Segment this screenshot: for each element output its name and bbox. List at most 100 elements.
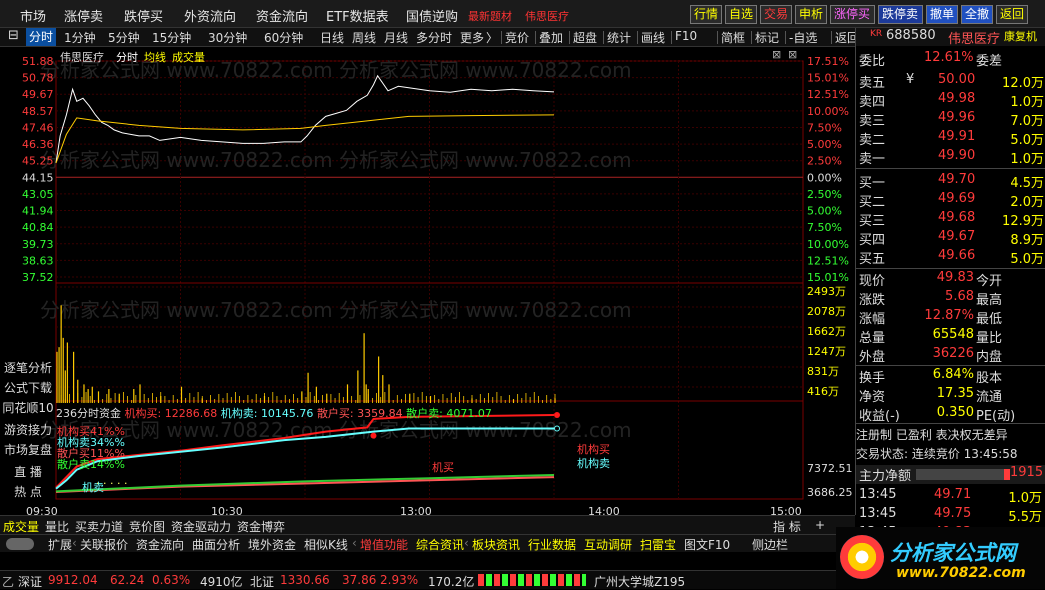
- time-tick-label: 14:00: [588, 505, 620, 515]
- side-btn-hot[interactable]: 热 点: [0, 483, 56, 500]
- tab-day[interactable]: 日线: [320, 29, 344, 46]
- time-tick-label: 15:00: [770, 505, 802, 515]
- stat-label-2: 最高: [976, 293, 1003, 308]
- indicator-tab[interactable]: 量比: [45, 518, 69, 535]
- stat-row: 收益(-) 0.350 PE(动): [856, 405, 1045, 424]
- stats-divider: [856, 365, 1045, 366]
- toolbar-btn-cancel-order[interactable]: 撤单: [926, 5, 958, 24]
- tab-15min[interactable]: 15分钟: [152, 29, 191, 46]
- nav-item[interactable]: 扫雷宝: [640, 536, 676, 553]
- toolbar-btn-limit-up-buy[interactable]: 涨停买: [830, 5, 875, 24]
- indicator-tab[interactable]: 竞价图: [129, 518, 165, 535]
- tool-simple[interactable]: 简框: [721, 29, 745, 46]
- toolbar-btn-quote[interactable]: 行情: [690, 5, 722, 24]
- tab-multi-intraday[interactable]: 多分时: [416, 29, 452, 46]
- tool-draw[interactable]: 画线: [641, 29, 665, 46]
- retail-buy-label: 散户买:: [316, 407, 354, 420]
- book-label: 买一: [859, 176, 886, 191]
- menu-foreign-flow[interactable]: 外资流向: [184, 6, 236, 25]
- top-menu-bar: 市场 涨停卖 跌停买 外资流向 资金流向 ETF数据表 国债逆购 最新题材 伟思…: [0, 0, 1045, 28]
- tab-5min[interactable]: 5分钟: [108, 29, 140, 46]
- toolbar-btn-limit-down-sell[interactable]: 跌停卖: [878, 5, 923, 24]
- tab-60min[interactable]: 60分钟: [264, 29, 303, 46]
- price-tick-label: 37.52: [22, 271, 54, 284]
- mainflow-value: 1915: [1010, 465, 1044, 480]
- toolbar-btn-back[interactable]: 返回: [996, 5, 1028, 24]
- tool-stats[interactable]: 统计: [607, 29, 631, 46]
- menu-etf-table[interactable]: ETF数据表: [326, 6, 389, 25]
- bid-row: 买二 49.69 2.0万: [856, 191, 1045, 210]
- tool-mark[interactable]: 标记: [755, 29, 779, 46]
- news-ticker[interactable]: 广州大学城Z195: [594, 573, 685, 590]
- side-btn-ths10[interactable]: 同花顺10: [0, 399, 56, 416]
- nav-item[interactable]: 互动调研: [584, 536, 632, 553]
- price-tick-label: 40.84: [22, 221, 54, 234]
- toolbar-btn-trade[interactable]: 交易: [760, 5, 792, 24]
- stat-value: 12.87%: [924, 308, 974, 323]
- tool-f10[interactable]: F10: [675, 29, 697, 43]
- book-price: 49.70: [938, 172, 976, 187]
- fund-tick-label: 7372.51: [807, 462, 853, 475]
- stock-tag[interactable]: 康复机: [1004, 28, 1037, 44]
- nav-item[interactable]: 曲面分析: [192, 536, 240, 553]
- stat-label-2: 量比: [976, 331, 1003, 346]
- latest-topic-link[interactable]: 最新题材: [468, 8, 512, 24]
- time-tick-label: 13:00: [400, 505, 432, 515]
- mark-dots: · · · · ·: [96, 477, 128, 490]
- menu-market[interactable]: 市场: [20, 6, 46, 25]
- tool-add-favorite[interactable]: -自选: [789, 29, 817, 46]
- tool-super[interactable]: 超盘: [573, 29, 597, 46]
- menu-repo[interactable]: 国债逆购: [406, 6, 458, 25]
- more-chevron-icon[interactable]: 〉: [486, 29, 498, 46]
- intraday-chart: 分析家公式网 www.70822.com 分析家公式网 www.70822.co…: [0, 47, 855, 515]
- tab-1min[interactable]: 1分钟: [64, 29, 96, 46]
- mainflow-bar-bg: [916, 469, 1004, 480]
- menu-limit-down-buy[interactable]: 跌停买: [124, 6, 163, 25]
- nav-item[interactable]: 图文F10: [684, 536, 730, 553]
- side-btn-hot-money[interactable]: 游资接力: [0, 421, 56, 438]
- toolbar-btn-favorites[interactable]: 自选: [725, 5, 757, 24]
- tab-month[interactable]: 月线: [384, 29, 408, 46]
- collapse-icon[interactable]: ⊟: [8, 28, 19, 43]
- side-btn-market-review[interactable]: 市场复盘: [0, 441, 56, 458]
- add-indicator-button[interactable]: +: [815, 518, 825, 532]
- retail-sell-value: 4071.07: [446, 407, 492, 420]
- indicator-tab[interactable]: 资金驱动力: [171, 518, 231, 535]
- tab-intraday[interactable]: 分时: [26, 28, 57, 46]
- nav-item[interactable]: 境外资金: [248, 536, 296, 553]
- nav-item[interactable]: 综合资讯: [416, 536, 464, 553]
- tab-week[interactable]: 周线: [352, 29, 376, 46]
- tool-overlay[interactable]: 叠加: [539, 29, 563, 46]
- volume-tick-label: 416万: [807, 385, 839, 398]
- tab-more[interactable]: 更多: [460, 29, 484, 46]
- toggle-switch[interactable]: [6, 538, 34, 550]
- indicator-button[interactable]: 指 标: [773, 518, 801, 535]
- nav-item[interactable]: 行业数据: [528, 536, 576, 553]
- nav-item[interactable]: 关联报价: [80, 536, 128, 553]
- nav-item[interactable]: 资金流向: [136, 536, 184, 553]
- nav-item[interactable]: 增值功能: [360, 536, 408, 553]
- settings-icon[interactable]: ⊠: [772, 48, 781, 61]
- side-btn-live[interactable]: 直 播: [0, 463, 56, 480]
- nav-item[interactable]: 板块资讯: [472, 536, 520, 553]
- indicator-tab[interactable]: 买卖力道: [75, 518, 123, 535]
- indicator-tab[interactable]: 成交量: [3, 518, 39, 535]
- tab-30min[interactable]: 30分钟: [208, 29, 247, 46]
- nav-item[interactable]: 相似K线: [304, 536, 348, 553]
- stat-label-2: 最低: [976, 312, 1003, 327]
- toolbar-btn-cancel-all[interactable]: 全撤: [961, 5, 993, 24]
- stat-label: 外盘: [859, 350, 886, 365]
- menu-limit-up-sell[interactable]: 涨停卖: [64, 6, 103, 25]
- stock-link[interactable]: 伟思医疗: [525, 8, 569, 24]
- indicator-tab[interactable]: 资金博弈: [237, 518, 285, 535]
- toolbar-btn-analysis[interactable]: 申析: [795, 5, 827, 24]
- menu-fund-flow[interactable]: 资金流向: [256, 6, 308, 25]
- close-chart-icon[interactable]: ⊠: [788, 48, 797, 61]
- bz-index: 1330.66: [280, 573, 330, 587]
- tool-auction[interactable]: 竞价: [505, 29, 529, 46]
- bid-row: 买四 49.67 8.9万: [856, 229, 1045, 248]
- side-btn-formula-download[interactable]: 公式下载: [0, 379, 56, 396]
- side-btn-tick-analysis[interactable]: 逐笔分析: [0, 359, 56, 376]
- nav-item[interactable]: 扩展: [48, 536, 72, 553]
- nav-item[interactable]: 侧边栏: [752, 536, 788, 553]
